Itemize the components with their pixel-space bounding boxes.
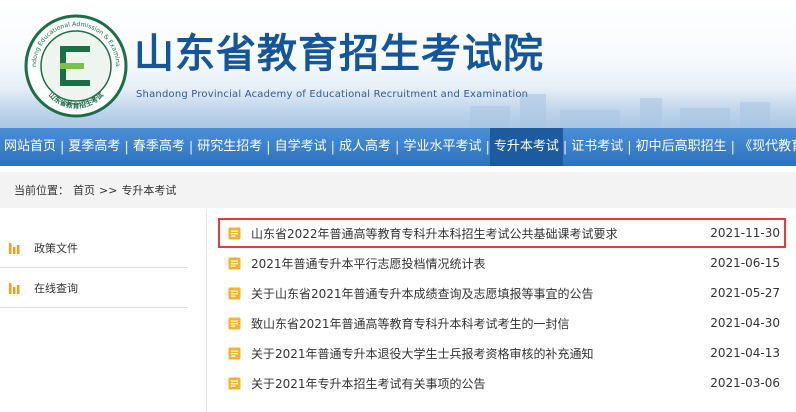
nav-separator: | bbox=[330, 139, 336, 155]
site-title: 山东省教育招生考试院 bbox=[134, 31, 544, 77]
document-icon bbox=[228, 317, 241, 329]
main-nav: 网站首页 | 夏季高考 | 春季高考 | 研究生招考 | 自学考试 | 成人高考 | 学业水平考试 | 专升… bbox=[0, 128, 796, 166]
article-date: 2021-11-30 bbox=[710, 226, 780, 240]
nav-separator: | bbox=[60, 139, 65, 155]
article-title: 致山东省2021年普通高等教育专科升本科考试考生的一封信 bbox=[251, 316, 570, 331]
nav-separator: | bbox=[124, 139, 129, 155]
article-title: 关于山东省2021年普通专升本成绩查询及志愿填报等事宜的公告 bbox=[251, 286, 594, 301]
article-title: 2021年普通专升本平行志愿投档情况统计表 bbox=[251, 256, 486, 271]
nav-item-10[interactable]: 《现代教育》 bbox=[735, 128, 796, 166]
document-icon bbox=[228, 257, 241, 269]
nav-item-6[interactable]: 学业水平考试 bbox=[399, 128, 485, 166]
list-item[interactable]: 关于2021年普通专升本退役大学生士兵报考资格审核的补充通知 2021-04-13 bbox=[218, 338, 786, 368]
breadcrumb-current: 专升本考试 bbox=[121, 184, 177, 197]
nav-item-7[interactable]: 专升本考试 bbox=[489, 128, 563, 166]
bar-chart-icon bbox=[9, 242, 20, 254]
document-icon bbox=[228, 377, 241, 389]
site-logo[interactable]: Shandong Educational Admission & Examina… bbox=[24, 14, 128, 118]
sidebar: 政策文件 在线查询 bbox=[0, 228, 188, 308]
nav-separator: | bbox=[627, 139, 632, 155]
content-divider bbox=[206, 210, 207, 412]
document-icon bbox=[228, 227, 241, 239]
sidebar-item-label: 在线查询 bbox=[34, 281, 78, 295]
nav-separator: | bbox=[266, 139, 271, 155]
nav-separator: | bbox=[485, 139, 490, 155]
article-title: 关于2021年普通专升本退役大学生士兵报考资格审核的补充通知 bbox=[251, 346, 594, 361]
article-title: 关于2021年专升本招生考试有关事项的公告 bbox=[251, 376, 486, 391]
article-date: 2021-05-27 bbox=[710, 286, 780, 300]
list-item[interactable]: 关于2021年专升本招生考试有关事项的公告 2021-03-06 bbox=[218, 368, 786, 398]
nav-item-8[interactable]: 证书考试 bbox=[567, 128, 627, 166]
nav-separator: | bbox=[395, 139, 400, 155]
nav-item-5[interactable]: 成人高考 bbox=[335, 128, 395, 166]
nav-separator: | bbox=[562, 139, 568, 155]
article-date: 2021-04-13 bbox=[710, 346, 780, 360]
breadcrumb: 当前位置： 首页 >> 专升本考试 bbox=[0, 172, 796, 208]
nav-item-1[interactable]: 夏季高考 bbox=[64, 128, 124, 166]
list-item[interactable]: 2021年普通专升本平行志愿投档情况统计表 2021-06-15 bbox=[218, 248, 786, 278]
breadcrumb-prefix: 当前位置： bbox=[14, 184, 69, 197]
list-item[interactable]: 致山东省2021年普通高等教育专科升本科考试考生的一封信 2021-04-30 bbox=[218, 308, 786, 338]
article-date: 2021-06-15 bbox=[710, 256, 780, 270]
nav-item-9[interactable]: 初中后高职招生 bbox=[632, 128, 731, 166]
site-subtitle: Shandong Provincial Academy of Education… bbox=[136, 89, 529, 100]
nav-separator: | bbox=[188, 139, 194, 155]
list-item[interactable]: 山东省2022年普通高等教育专科升本科招生考试公共基础课考试要求 2021-11-… bbox=[218, 218, 786, 248]
document-icon bbox=[228, 347, 241, 359]
sidebar-item-label: 政策文件 bbox=[34, 241, 78, 255]
nav-item-0[interactable]: 网站首页 bbox=[0, 128, 60, 166]
document-icon bbox=[228, 287, 241, 299]
list-item[interactable]: 关于山东省2021年普通专升本成绩查询及志愿填报等事宜的公告 2021-05-27 bbox=[218, 278, 786, 308]
article-date: 2021-04-30 bbox=[710, 316, 780, 330]
article-date: 2021-03-06 bbox=[710, 376, 780, 390]
nav-item-3[interactable]: 研究生招考 bbox=[193, 128, 266, 166]
nav-item-4[interactable]: 自学考试 bbox=[271, 128, 331, 166]
header-banner: Shandong Educational Admission & Examina… bbox=[0, 0, 796, 128]
breadcrumb-separator: >> bbox=[99, 183, 118, 197]
nav-separator: | bbox=[730, 139, 736, 155]
bar-chart-icon bbox=[9, 282, 20, 294]
breadcrumb-home-link[interactable]: 首页 bbox=[73, 182, 95, 198]
article-list: 山东省2022年普通高等教育专科升本科招生考试公共基础课考试要求 2021-11-… bbox=[218, 218, 786, 398]
sidebar-item-1[interactable]: 在线查询 bbox=[0, 268, 188, 308]
sidebar-item-0[interactable]: 政策文件 bbox=[0, 228, 188, 268]
article-title: 山东省2022年普通高等教育专科升本科招生考试公共基础课考试要求 bbox=[251, 226, 618, 241]
nav-item-2[interactable]: 春季高考 bbox=[129, 128, 189, 166]
